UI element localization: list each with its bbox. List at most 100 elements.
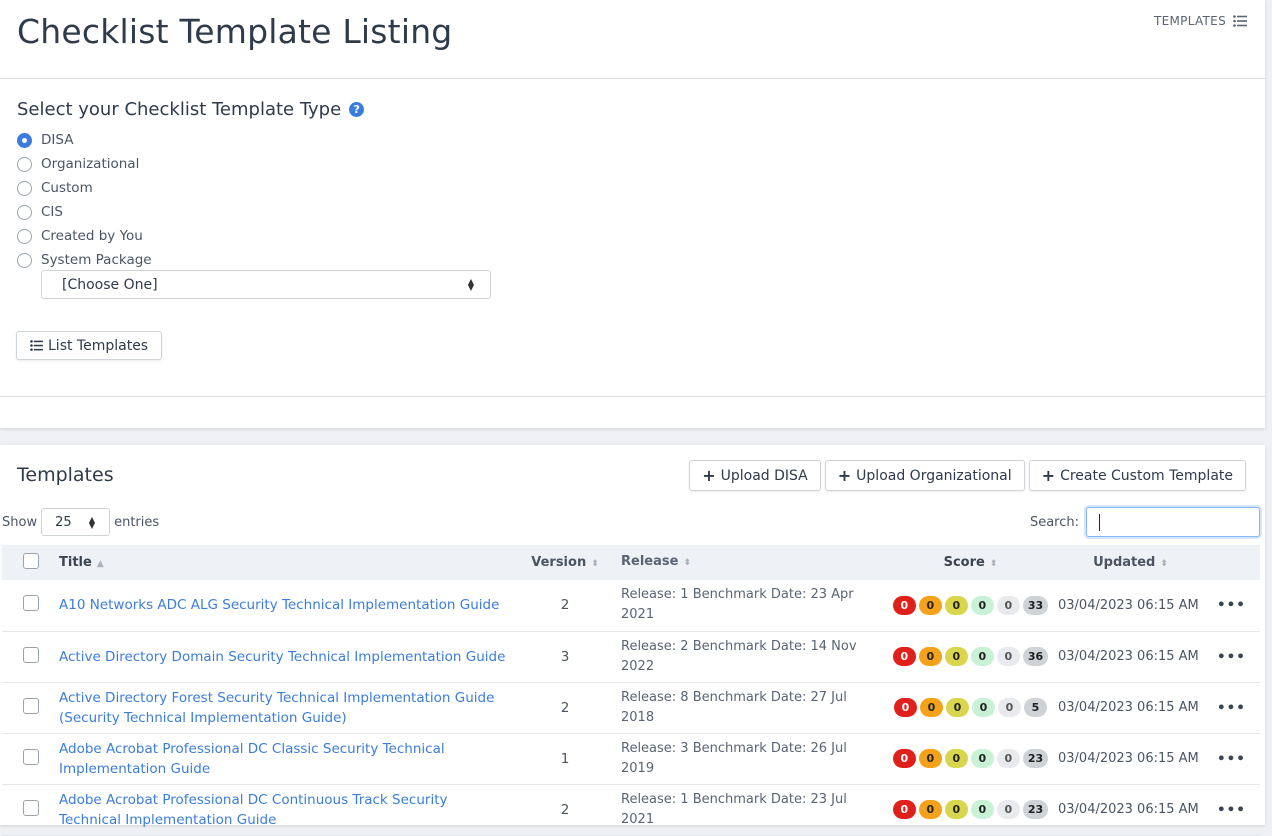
row-checkbox[interactable] xyxy=(23,646,39,663)
radio-button[interactable] xyxy=(17,180,32,196)
row-actions-menu-icon[interactable]: ••• xyxy=(1203,682,1260,733)
row-release: Release: 2 Benchmark Date: 14 Nov 2022 xyxy=(621,638,857,674)
help-icon[interactable]: ? xyxy=(349,102,365,117)
score-badges: 0 0 0 0 0 23 xyxy=(883,800,1058,819)
create-custom-template-label: Create Custom Template xyxy=(1060,467,1233,484)
score-badge-grey: 0 xyxy=(996,800,1020,819)
radio-button[interactable] xyxy=(17,156,32,172)
list-templates-button[interactable]: List Templates xyxy=(16,331,163,360)
row-title-cell: Active Directory Domain Security Technic… xyxy=(59,631,509,682)
column-updated[interactable]: Updated ⬍ xyxy=(1058,545,1203,580)
radio-button[interactable] xyxy=(17,228,32,244)
score-badge-red: 0 xyxy=(892,800,916,819)
score-badges: 0 0 0 0 0 23 xyxy=(883,749,1058,768)
radio-system-package[interactable]: System Package xyxy=(17,248,152,272)
plus-icon: + xyxy=(702,465,716,485)
score-badge-total: 5 xyxy=(1024,698,1047,717)
header-divider xyxy=(0,78,1265,79)
score-badge-orange: 0 xyxy=(918,800,942,819)
radio-label: Custom xyxy=(41,180,93,196)
score-badges: 0 0 0 0 0 36 xyxy=(883,647,1058,666)
radio-created-by-you[interactable]: Created by You xyxy=(17,224,152,248)
score-badge-green: 0 xyxy=(970,595,994,615)
row-checkbox-cell xyxy=(2,631,59,682)
page-title: Checklist Template Listing xyxy=(17,12,453,51)
score-badge-yellow: 0 xyxy=(944,800,968,819)
row-actions-menu-icon[interactable]: ••• xyxy=(1203,784,1260,835)
upload-organizational-button[interactable]: + Upload Organizational xyxy=(824,460,1025,491)
radio-cis[interactable]: CIS xyxy=(17,200,152,224)
row-version: 2 xyxy=(560,597,570,614)
score-badge-red: 0 xyxy=(892,595,916,615)
column-score[interactable]: Score ⬍ xyxy=(883,545,1058,580)
list-templates-label: List Templates xyxy=(48,337,149,354)
column-release[interactable]: Release ⬍ xyxy=(621,545,883,580)
row-checkbox[interactable] xyxy=(23,748,39,765)
templates-card: Templates + Upload DISA + Upload Organiz… xyxy=(0,445,1265,835)
show-entries: Show 25 ▲ ▼ entries xyxy=(2,508,159,536)
row-title-cell: A10 Networks ADC ALG Security Technical … xyxy=(59,580,509,631)
radio-disa[interactable]: DISA xyxy=(17,128,152,152)
row-updated: 03/04/2023 06:15 AM xyxy=(1058,649,1199,664)
sort-icon: ⬍ xyxy=(989,559,998,569)
radio-label: DISA xyxy=(41,132,74,148)
row-score-cell: 0 0 0 0 0 5 xyxy=(883,682,1058,733)
table-header-row: Title ▲ Version ⬍ Release ⬍ Score ⬍ Updated ⬍ xyxy=(2,545,1260,580)
row-updated: 03/04/2023 06:15 AM xyxy=(1058,751,1199,766)
score-badge-total: 23 xyxy=(1022,749,1049,768)
create-custom-template-button[interactable]: + Create Custom Template xyxy=(1028,460,1246,491)
column-title[interactable]: Title ▲ xyxy=(59,545,509,580)
system-package-select-value: [Choose One] xyxy=(62,276,158,293)
sort-up-icon: ▲ xyxy=(96,559,104,569)
template-title-link[interactable]: A10 Networks ADC ALG Security Technical … xyxy=(59,595,509,615)
template-title-link[interactable]: Adobe Acrobat Professional DC Continuous… xyxy=(59,790,509,830)
row-actions-menu-icon[interactable]: ••• xyxy=(1203,580,1260,631)
radio-button[interactable] xyxy=(17,252,32,268)
upload-disa-button[interactable]: + Upload DISA xyxy=(689,460,821,491)
system-package-select[interactable]: [Choose One] ▲ ▼ xyxy=(41,270,491,299)
score-badge-grey: 0 xyxy=(996,647,1020,666)
template-title-link[interactable]: Active Directory Domain Security Technic… xyxy=(59,647,509,667)
list-icon xyxy=(1233,15,1247,27)
row-actions-menu-icon[interactable]: ••• xyxy=(1203,733,1260,784)
row-checkbox-cell xyxy=(2,580,59,631)
score-badge-total: 33 xyxy=(1022,595,1049,615)
template-title-link[interactable]: Adobe Acrobat Professional DC Classic Se… xyxy=(59,739,509,779)
search-input[interactable] xyxy=(1086,507,1260,537)
score-badge-grey: 0 xyxy=(996,595,1020,615)
template-title-link[interactable]: Active Directory Forest Security Technic… xyxy=(59,688,509,728)
score-badge-green: 0 xyxy=(972,698,995,717)
radio-label: System Package xyxy=(41,252,152,268)
score-badge-orange: 0 xyxy=(918,595,942,615)
column-actions xyxy=(1203,545,1260,580)
sort-icon: ⬍ xyxy=(591,559,599,569)
score-badge-yellow: 0 xyxy=(944,647,968,666)
row-checkbox[interactable] xyxy=(23,697,39,714)
template-type-card: Checklist Template Listing TEMPLATES Sel… xyxy=(0,0,1265,428)
column-version[interactable]: Version ⬍ xyxy=(509,545,621,580)
row-actions-menu-icon[interactable]: ••• xyxy=(1203,631,1260,682)
type-heading-text: Select your Checklist Template Type xyxy=(17,99,342,120)
score-badge-yellow: 0 xyxy=(944,595,968,615)
score-badge-green: 0 xyxy=(970,749,994,768)
table-row: Active Directory Domain Security Technic… xyxy=(2,631,1260,682)
row-checkbox[interactable] xyxy=(23,799,39,816)
select-all-checkbox[interactable] xyxy=(23,552,39,569)
row-checkbox[interactable] xyxy=(23,595,39,612)
score-badge-orange: 0 xyxy=(920,698,943,717)
radio-custom[interactable]: Custom xyxy=(17,176,152,200)
radio-organizational[interactable]: Organizational xyxy=(17,152,152,176)
row-title-cell: Adobe Acrobat Professional DC Continuous… xyxy=(59,784,509,835)
radio-button[interactable] xyxy=(17,204,32,220)
search-label: Search: xyxy=(1029,514,1079,530)
entries-select-value: 25 xyxy=(55,514,72,530)
radio-label: Organizational xyxy=(41,156,140,172)
radio-button[interactable] xyxy=(17,132,32,148)
row-checkbox-cell xyxy=(2,733,59,784)
templates-link[interactable]: TEMPLATES xyxy=(1154,14,1247,28)
entries-select[interactable]: 25 ▲ ▼ xyxy=(41,508,111,536)
upload-organizational-label: Upload Organizational xyxy=(856,467,1012,484)
row-updated: 03/04/2023 06:15 AM xyxy=(1058,802,1199,817)
template-type-radio-group: DISA Organizational Custom CIS Created b… xyxy=(17,128,152,272)
table-row: Active Directory Forest Security Technic… xyxy=(2,682,1260,733)
